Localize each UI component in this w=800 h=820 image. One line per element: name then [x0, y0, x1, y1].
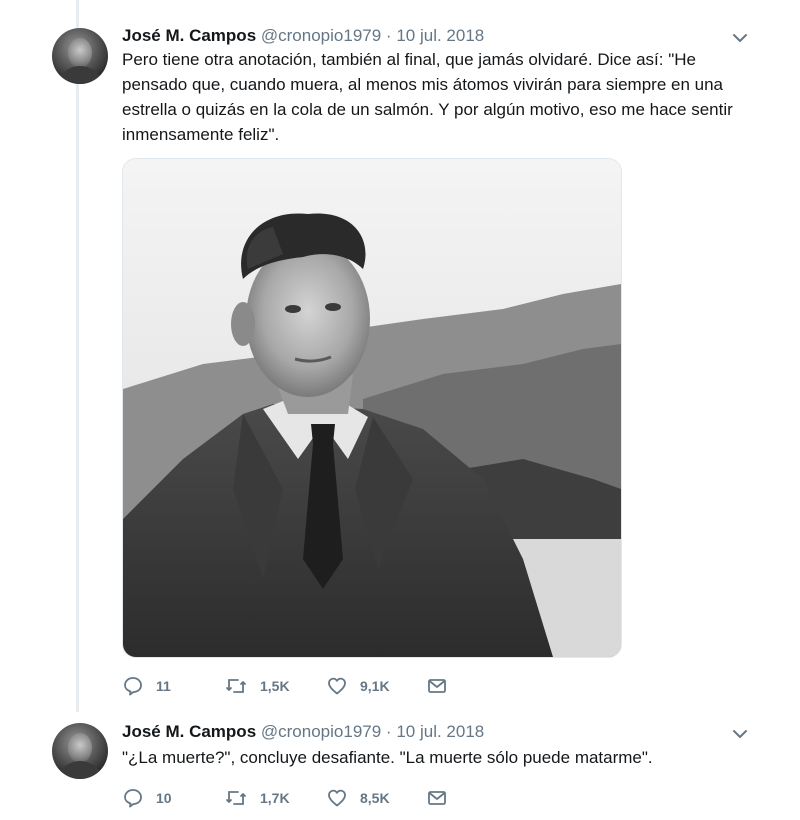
- avatar-shoulders: [56, 66, 104, 84]
- reply-icon: [124, 677, 142, 696]
- tweet-actions: 11 1,5K 9,1K: [122, 674, 482, 698]
- heart-icon: [328, 677, 346, 695]
- tweet-header: José M. Campos @cronopio1979 · 10 jul. 2…: [122, 26, 484, 48]
- author-name[interactable]: José M. Campos: [122, 26, 256, 45]
- retweet-count: 1,5K: [260, 678, 290, 694]
- header-separator: ·: [385, 26, 392, 45]
- photo-portrait-image: [123, 159, 621, 657]
- thread-connector-line: [76, 0, 79, 712]
- retweet-count: 1,7K: [260, 790, 290, 806]
- reply-count: 10: [156, 790, 172, 806]
- tweet-date[interactable]: 10 jul. 2018: [396, 722, 484, 741]
- envelope-icon: [428, 679, 446, 693]
- retweet-button[interactable]: 1,5K: [224, 675, 294, 697]
- direct-message-button[interactable]: [426, 675, 448, 697]
- like-button[interactable]: 9,1K: [326, 675, 396, 697]
- tweet-actions: 10 1,7K 8,5K: [122, 786, 482, 810]
- reply-button[interactable]: 11: [122, 675, 192, 697]
- retweet-icon: [226, 679, 246, 693]
- tweet-text: "¿La muerte?", concluye desafiante. "La …: [122, 748, 653, 767]
- like-count: 9,1K: [360, 678, 390, 694]
- avatar[interactable]: [52, 723, 108, 779]
- chevron-down-icon[interactable]: [730, 724, 750, 744]
- tweet-photo[interactable]: [122, 158, 622, 658]
- avatar[interactable]: [52, 28, 108, 84]
- retweet-icon: [226, 791, 246, 805]
- chevron-down-icon[interactable]: [730, 28, 750, 48]
- tweet-text: Pero tiene otra anotación, también al fi…: [122, 50, 733, 144]
- avatar-shoulders: [56, 761, 104, 779]
- tweet-header: José M. Campos @cronopio1979 · 10 jul. 2…: [122, 722, 484, 744]
- reply-count: 11: [156, 678, 171, 694]
- avatar-face: [68, 38, 92, 68]
- direct-message-button[interactable]: [426, 787, 448, 809]
- envelope-icon: [428, 791, 446, 805]
- like-count: 8,5K: [360, 790, 390, 806]
- avatar-face: [68, 733, 92, 763]
- reply-button[interactable]: 10: [122, 787, 192, 809]
- tweet-date[interactable]: 10 jul. 2018: [396, 26, 484, 45]
- retweet-button[interactable]: 1,7K: [224, 787, 294, 809]
- header-separator: ·: [385, 722, 392, 741]
- reply-icon: [124, 789, 142, 808]
- author-handle[interactable]: @cronopio1979: [261, 26, 381, 45]
- author-handle[interactable]: @cronopio1979: [261, 722, 381, 741]
- like-button[interactable]: 8,5K: [326, 787, 396, 809]
- heart-icon: [328, 789, 346, 807]
- author-name[interactable]: José M. Campos: [122, 722, 256, 741]
